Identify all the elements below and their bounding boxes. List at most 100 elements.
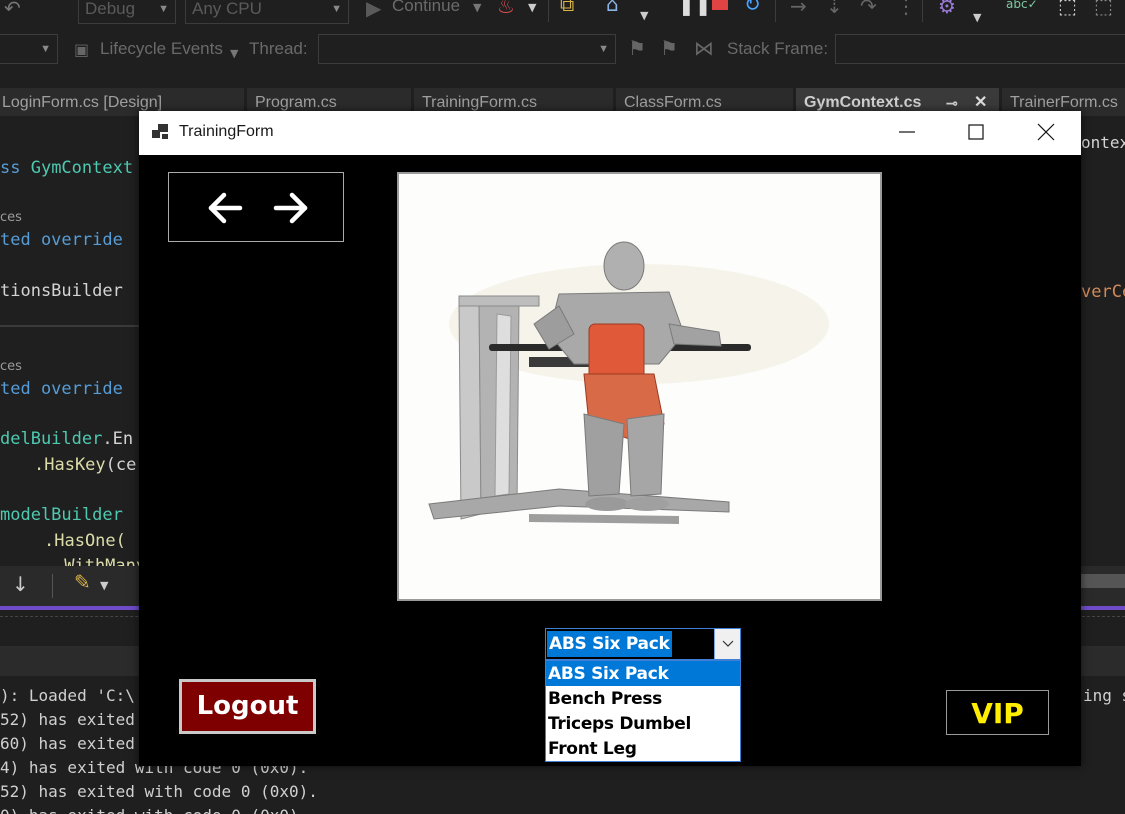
step-over-icon[interactable]: → [790, 0, 807, 16]
config-combo[interactable]: Debug ▼ [78, 0, 176, 24]
code-line: delBuilder.En [0, 429, 134, 449]
exercise-select-value[interactable]: ABS Six Pack [547, 631, 672, 657]
browser-link-icon[interactable]: ⧉ [560, 0, 574, 14]
code-line: ted override [0, 230, 123, 250]
chevron-down-icon [722, 640, 734, 647]
hot-reload-settings-icon[interactable]: ⚙ [938, 0, 956, 16]
flag-icon[interactable]: ⚑ [628, 38, 646, 58]
maximize-icon [968, 124, 984, 140]
step-into-icon[interactable]: ⇣ [826, 0, 843, 16]
chevron-down-icon[interactable]: ▼ [973, 8, 981, 28]
tab-label: TrainerForm.cs [1010, 94, 1118, 111]
step-icon[interactable]: ⋮ [896, 0, 916, 16]
lifecycle-icon: ▣ [74, 40, 90, 59]
close-icon [1037, 123, 1055, 141]
code-line: tionsBuilder [0, 281, 123, 301]
code-line: .HasKey(ce [34, 455, 137, 475]
process-combo[interactable]: ▼ [0, 34, 58, 64]
navigation-panel [168, 172, 344, 242]
chevron-down-icon[interactable]: ▼ [640, 6, 648, 26]
code-line: .WithMany [54, 556, 147, 566]
chevron-down-icon[interactable]: ▼ [230, 44, 238, 64]
stack-frame-icon: ⋈ [694, 36, 714, 60]
logout-button[interactable]: Logout [179, 679, 316, 734]
play-icon[interactable]: ▶ [366, 0, 381, 18]
stack-frame-combo[interactable] [835, 34, 1125, 64]
dropdown-option-triceps-dumbel[interactable]: Triceps Dumbel [546, 711, 740, 736]
config-value: Debug [85, 0, 136, 18]
arrow-down-icon[interactable]: ↓ [12, 574, 29, 594]
chevron-down-icon[interactable]: ▼ [528, 0, 536, 18]
toolbar-separator [52, 574, 53, 598]
dropdown-option-abs-six-pack[interactable]: ABS Six Pack [546, 661, 740, 686]
code-line: modelBuilder [0, 505, 123, 525]
close-button[interactable] [1012, 111, 1080, 155]
dropdown-option-bench-press[interactable]: Bench Press [546, 686, 740, 711]
arrow-left-icon [208, 192, 243, 224]
code-lens[interactable]: ces [0, 210, 22, 225]
home-icon[interactable]: ⌂ [606, 0, 619, 14]
chevron-down-icon: ▼ [598, 43, 609, 55]
flag-threads-icon[interactable]: ⚑ [660, 38, 678, 58]
chevron-down-icon: ▼ [331, 3, 342, 15]
chevron-down-icon: ▼ [158, 3, 169, 15]
thread-label: Thread: [249, 39, 308, 58]
code-line: ss GymContext [0, 158, 134, 178]
code-line-clipped: verCe [1081, 282, 1125, 302]
vip-button[interactable]: VIP [946, 690, 1049, 735]
code-line-clipped: ontext [1081, 133, 1125, 152]
app-icon [152, 124, 170, 140]
selection-icon[interactable]: ⬚ [1058, 0, 1077, 16]
code-line: .HasOne( [44, 531, 126, 551]
tab-label: Program.cs [255, 94, 337, 111]
step-out-icon[interactable]: ↷ [860, 0, 877, 16]
brush-icon[interactable]: ✎ [74, 572, 91, 592]
toolbar-separator [775, 0, 776, 22]
platform-value: Any CPU [192, 0, 262, 18]
next-button[interactable] [271, 188, 311, 228]
maximize-button[interactable] [942, 111, 1010, 155]
exercise-illustration [428, 241, 829, 524]
pause-icon[interactable]: ❚❚ [678, 0, 712, 14]
divider [0, 325, 139, 327]
title-bar[interactable]: TrainingForm [139, 111, 1081, 155]
scrollbar[interactable] [1081, 574, 1125, 588]
output-line: 52) has exited with code 0 (0x0). [0, 782, 318, 801]
code-line: ted override [0, 379, 123, 399]
platform-combo[interactable]: Any CPU ▼ [185, 0, 349, 24]
stack-frame-label: Stack Frame: [727, 39, 829, 58]
tab-label: TrainingForm.cs [422, 94, 537, 111]
window-title: TrainingForm [179, 123, 274, 140]
thread-combo[interactable]: ▼ [318, 34, 616, 64]
exercise-select-dropdown-button[interactable] [714, 629, 740, 659]
undo-icon[interactable]: ↶ [4, 0, 21, 18]
training-form-window: TrainingForm ABS Six Pack ABS Six Pack B… [139, 111, 1081, 766]
minimize-icon [899, 131, 915, 133]
continue-label[interactable]: Continue [392, 0, 460, 16]
arrow-right-icon [273, 192, 308, 224]
toolbar-icon[interactable]: ⬚ [1094, 0, 1113, 16]
debug-location-toolbar: ▼ ▣ Lifecycle Events ▼ Thread: ▼ ⚑ ⚑ ⋈ S… [0, 28, 1125, 70]
exercise-select[interactable]: ABS Six Pack [545, 628, 741, 660]
spell-check-icon[interactable]: abc✓ [1006, 0, 1038, 14]
tab-label: GymContext.cs [804, 94, 922, 111]
previous-button[interactable] [205, 188, 245, 228]
minimize-button[interactable] [873, 111, 941, 155]
chevron-down-icon[interactable]: ▼ [473, 0, 481, 18]
toolbar-separator [548, 0, 549, 22]
exercise-picture [397, 172, 882, 601]
tab-label: ClassForm.cs [624, 94, 722, 111]
output-line: 0) has exited with code 0 (0x0). [0, 806, 308, 814]
vs-toolbar: ↶ Debug ▼ Any CPU ▼ ▶ Continue ▼ ♨ ▼ ⧉ ⌂ ▼… [0, 0, 1125, 28]
output-line-clipped: ing s [1083, 686, 1125, 705]
output-line: 60) has exited [0, 734, 135, 753]
chevron-down-icon: ▼ [40, 43, 51, 55]
code-lens[interactable]: ces [0, 359, 22, 374]
tab-label: LoginForm.cs [Design] [2, 94, 163, 111]
chevron-down-icon[interactable]: ▼ [100, 576, 108, 596]
restart-icon[interactable]: ↻ [744, 0, 761, 14]
lifecycle-label[interactable]: Lifecycle Events [100, 39, 223, 59]
dropdown-option-front-leg[interactable]: Front Leg [546, 736, 740, 761]
hot-reload-icon[interactable]: ♨ [497, 0, 515, 16]
stop-icon[interactable] [712, 0, 728, 10]
